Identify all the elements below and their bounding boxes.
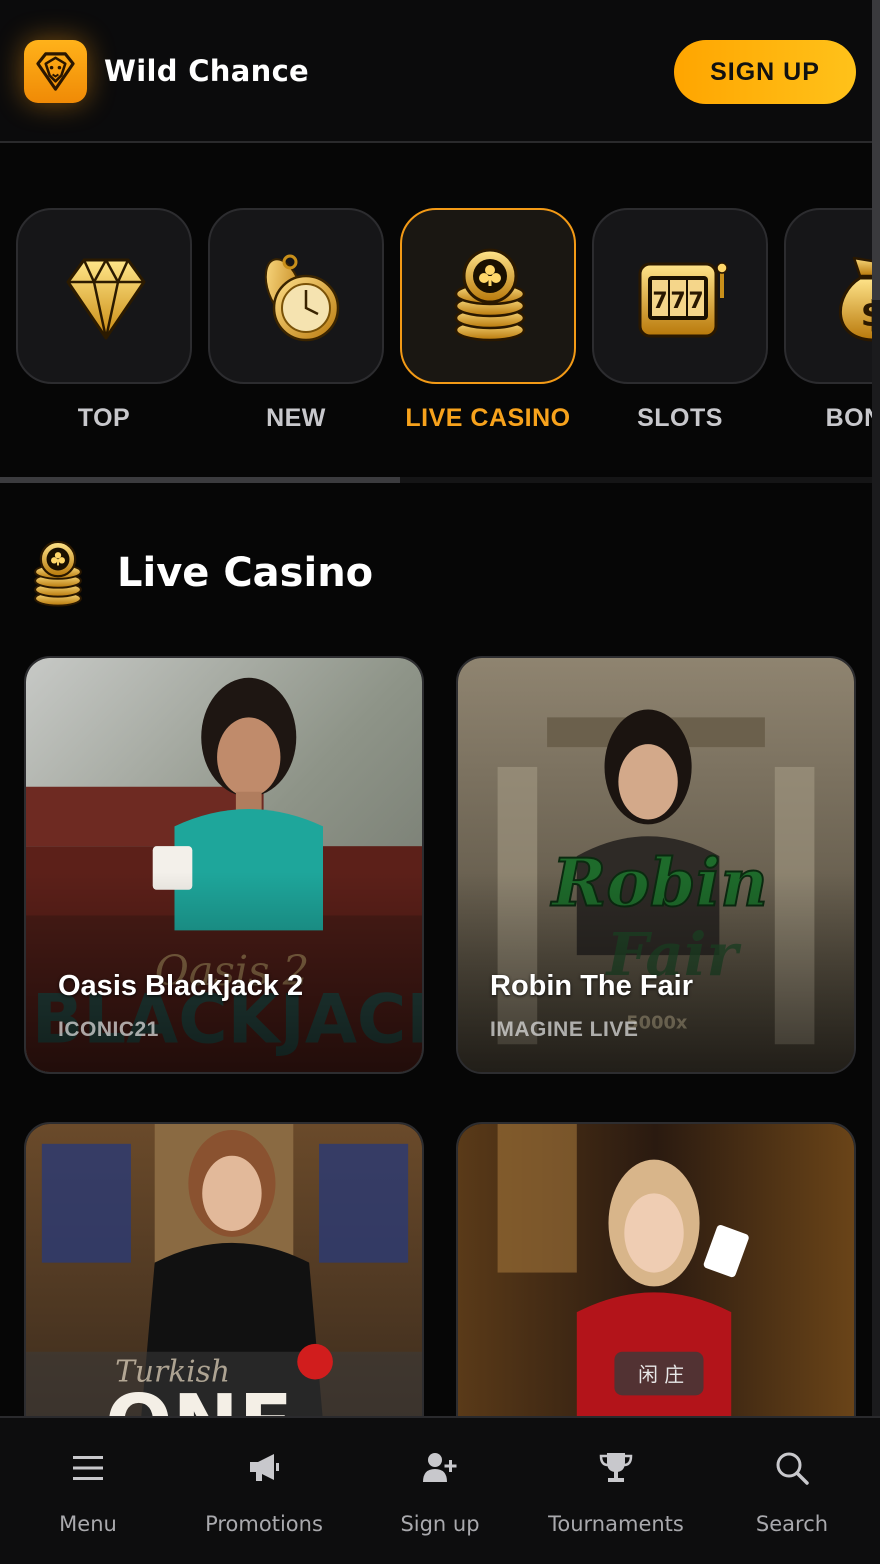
brand-name[interactable]: Wild Chance: [104, 54, 309, 88]
svg-text:7: 7: [688, 289, 703, 314]
category-tile: [16, 208, 192, 384]
nav-label: Menu: [59, 1512, 117, 1536]
category-tile: [400, 208, 576, 384]
sign-up-button[interactable]: SIGN UP: [674, 40, 856, 104]
category-tile: [208, 208, 384, 384]
category-tab-bonus[interactable]: $ BONUS: [784, 208, 872, 440]
top-header: Wild Chance SIGN UP: [0, 0, 872, 143]
diamond-icon: [66, 258, 146, 340]
category-tile: $: [784, 208, 872, 384]
category-label: SLOTS: [637, 404, 723, 432]
game-provider: IMAGINE LIVE: [490, 1018, 639, 1041]
bottom-navigation: Menu Promotions Sign up Tournaments Sear…: [0, 1416, 880, 1564]
pocket-watch-icon: [264, 254, 340, 342]
category-tile: 7 7 7: [592, 208, 768, 384]
nav-label: Sign up: [400, 1512, 480, 1536]
game-card[interactable]: Oasis 2 BLACKJACK Oasis Blackjack 2 ICON…: [24, 656, 424, 1074]
game-title: Oasis Blackjack 2: [58, 970, 304, 1002]
category-tab-top[interactable]: TOP: [16, 208, 192, 440]
nav-promotions[interactable]: Promotions: [176, 1418, 352, 1564]
megaphone-icon: [250, 1454, 279, 1481]
search-icon: [776, 1452, 809, 1485]
nav-label: Promotions: [205, 1512, 323, 1536]
category-scroll-progress[interactable]: [0, 477, 400, 483]
nav-label: Tournaments: [548, 1512, 684, 1536]
game-title: Robin The Fair: [490, 970, 693, 1002]
category-label: NEW: [266, 404, 326, 432]
slot-machine-icon: 7 7 7: [638, 262, 728, 338]
trophy-icon: [599, 1453, 633, 1482]
casino-chips-icon: [454, 248, 526, 342]
page-scrollbar-thumb[interactable]: [872, 0, 880, 300]
svg-text:7: 7: [670, 289, 685, 314]
game-provider: ICONIC21: [58, 1018, 159, 1041]
nav-sign-up[interactable]: Sign up: [352, 1418, 528, 1564]
svg-text:7: 7: [652, 289, 667, 314]
game-card[interactable]: Robin Fair 5000x Robin The Fair IMAGINE …: [456, 656, 856, 1074]
money-bag-icon: $: [838, 256, 872, 342]
lion-logo-icon[interactable]: [24, 40, 87, 103]
svg-text:$: $: [860, 294, 872, 335]
nav-search[interactable]: Search: [704, 1418, 880, 1564]
section-title: Live Casino: [117, 550, 374, 596]
menu-icon: [73, 1456, 103, 1480]
nav-label: Search: [755, 1512, 829, 1536]
nav-tournaments[interactable]: Tournaments: [528, 1418, 704, 1564]
category-label: BONUS: [825, 404, 872, 432]
category-tab-slots[interactable]: 7 7 7 SLOTS: [592, 208, 768, 440]
category-label: TOP: [77, 404, 131, 432]
svg-text:闲 庄: 闲 庄: [638, 1364, 684, 1387]
category-tab-new[interactable]: NEW: [208, 208, 384, 440]
category-label: LIVE CASINO: [405, 404, 571, 432]
category-tab-live-casino[interactable]: LIVE CASINO: [400, 208, 576, 440]
add-user-icon: [423, 1453, 457, 1482]
casino-chips-icon: [34, 540, 82, 607]
nav-menu[interactable]: Menu: [0, 1418, 176, 1564]
category-carousel: TOP NEW LIVE CASINO 7 7 7 SLOTS $ BO: [0, 208, 872, 448]
